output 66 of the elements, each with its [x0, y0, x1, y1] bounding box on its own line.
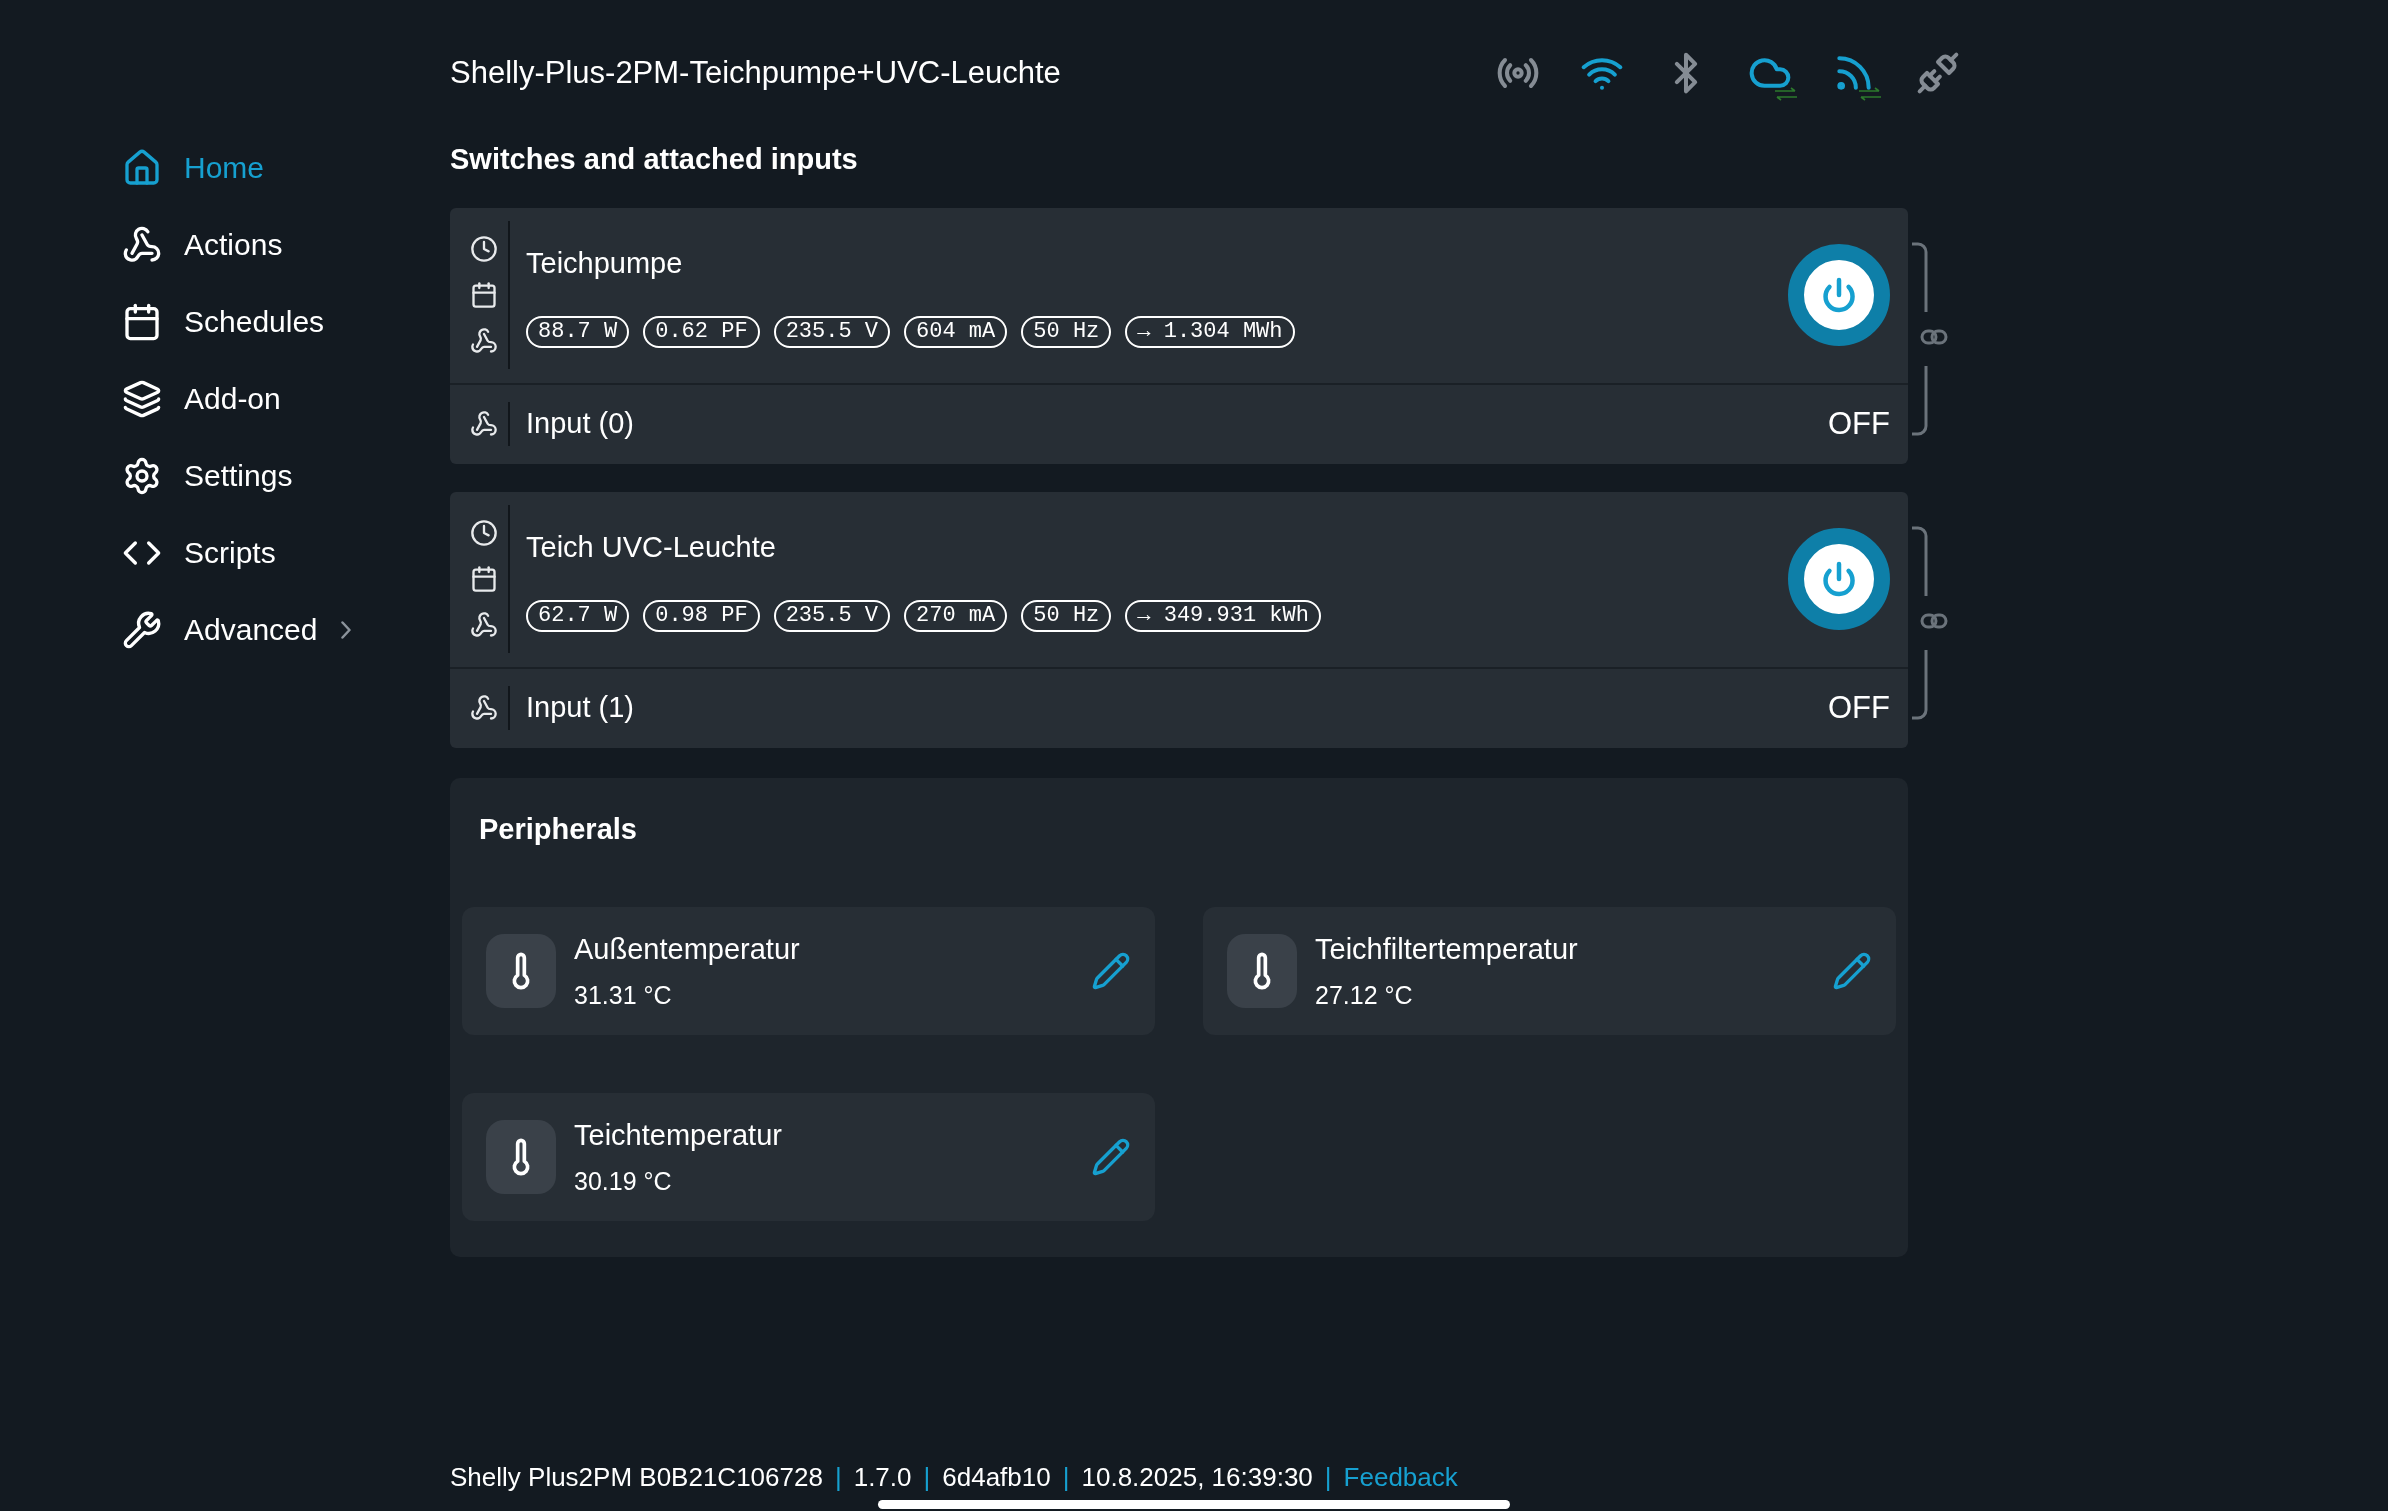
switch-name: Teich UVC-Leuchte — [526, 530, 777, 566]
edit-icon[interactable] — [1091, 951, 1131, 991]
device-title: Shelly-Plus-2PM-Teichpumpe+UVC-Leuchte — [450, 53, 1062, 92]
sensor-name: Teichtemperatur — [574, 1117, 783, 1153]
reading-chip: 88.7 W — [526, 315, 630, 348]
thermometer-icon — [1227, 934, 1297, 1008]
settings-icon — [122, 455, 162, 496]
switch-name: Teichpumpe — [526, 246, 684, 282]
sensor-name: Teichfiltertemperatur — [1315, 931, 1579, 967]
calendar-icon[interactable] — [470, 281, 498, 309]
nav-item[interactable]: Scripts — [122, 530, 450, 575]
separator: | — [834, 1461, 842, 1494]
reading-chip: 0.62 PF — [643, 315, 760, 348]
layers-icon — [122, 378, 162, 419]
input-label: Input (1) — [526, 690, 635, 726]
webhook-icon — [122, 224, 162, 265]
reading-chip: 50 Hz — [1021, 599, 1112, 632]
separator: | — [1062, 1461, 1070, 1494]
nav-item[interactable]: Actions — [122, 222, 450, 267]
reading-chip: → 349.931 kWh — [1125, 599, 1321, 632]
reading-chip: 0.98 PF — [643, 599, 760, 632]
wrench-icon — [122, 609, 162, 650]
power-icon — [1821, 277, 1857, 313]
thermometer-icon — [486, 1120, 556, 1194]
reading-chip: 604 mA — [904, 315, 1008, 348]
footer-text: Shelly Plus2PM B0B21C106728 — [450, 1461, 823, 1494]
edit-icon[interactable] — [1091, 1137, 1131, 1177]
nav-item[interactable]: Schedules — [122, 299, 450, 344]
reading-chip: 235.5 V — [773, 599, 891, 632]
reading-chip: 235.5 V — [773, 315, 891, 348]
clock-icon[interactable] — [470, 235, 498, 263]
power-icon — [1821, 561, 1857, 597]
webhook-icon[interactable] — [470, 611, 498, 639]
thermometer-icon — [486, 934, 556, 1008]
calendar-icon[interactable] — [470, 565, 498, 593]
feedback-link[interactable]: Feedback — [1343, 1458, 1458, 1497]
nav-item[interactable]: Home — [122, 145, 450, 190]
sensor-value: 27.12 °C — [1315, 980, 1414, 1011]
footer-text: 10.8.2025, 16:39:30 — [1081, 1461, 1313, 1494]
webhook-icon[interactable] — [470, 327, 498, 355]
webhook-icon — [470, 410, 498, 438]
home-icon — [122, 147, 162, 188]
input-state: OFF — [1828, 404, 1890, 443]
reading-chip: 270 mA — [904, 599, 1008, 632]
chevron-icon — [341, 620, 352, 639]
separator: | — [1324, 1461, 1332, 1494]
nav-item[interactable]: Add-on — [122, 376, 450, 421]
webhook-icon — [470, 694, 498, 722]
nav-item[interactable]: Settings — [122, 453, 450, 498]
sensor-name: Außentemperatur — [574, 931, 801, 967]
clock-icon[interactable] — [470, 519, 498, 547]
sensor-value: 31.31 °C — [574, 980, 673, 1011]
footer-text: 1.7.0 — [853, 1461, 912, 1494]
panel-title: Peripherals — [479, 811, 638, 847]
input-label: Input (0) — [526, 406, 635, 442]
input-state: OFF — [1828, 688, 1890, 727]
section-heading: Switches and attached inputs — [450, 142, 859, 177]
nav-item[interactable]: Advanced — [122, 607, 450, 652]
edit-icon[interactable] — [1832, 951, 1872, 991]
reading-chip: 50 Hz — [1021, 315, 1112, 348]
reading-chip: 62.7 W — [526, 599, 630, 632]
reading-chip: → 1.304 MWh — [1125, 315, 1295, 348]
sensor-value: 30.19 °C — [574, 1166, 673, 1197]
separator: | — [923, 1461, 931, 1494]
footer-text: 6d4afb10 — [942, 1461, 1051, 1494]
calendar-icon — [122, 301, 162, 342]
